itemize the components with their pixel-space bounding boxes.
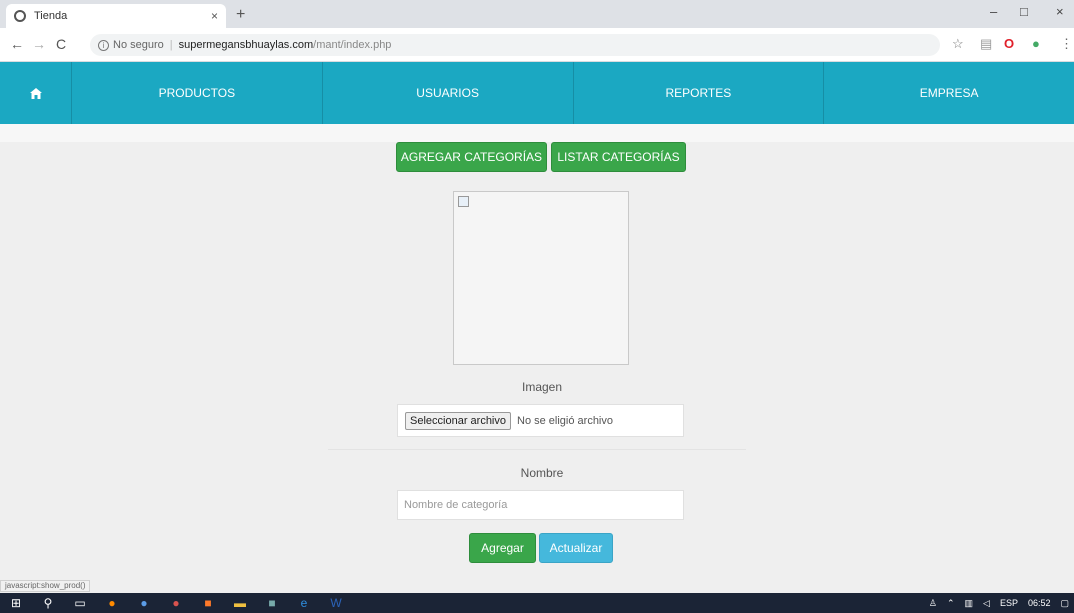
image-preview: [453, 191, 629, 365]
security-label: No seguro: [113, 39, 164, 51]
network-icon[interactable]: ▥: [965, 598, 974, 609]
add-categories-button[interactable]: AGREGAR CATEGORÍAS: [396, 142, 547, 172]
menu-icon[interactable]: ⋮: [1060, 36, 1073, 52]
nav-item-empresa[interactable]: EMPRESA: [824, 62, 1074, 124]
update-button[interactable]: Actualizar: [539, 533, 613, 563]
new-tab-button[interactable]: +: [236, 6, 245, 24]
speaker-icon[interactable]: ◁: [983, 598, 990, 609]
app-icon[interactable]: ■: [192, 593, 224, 613]
address-bar: ← → C i No seguro | supermegansbhuaylas.…: [0, 28, 1074, 62]
nav-item-productos[interactable]: PRODUCTOS: [72, 62, 323, 124]
browser-tab-strip: Tienda × + – □ ×: [0, 0, 1074, 28]
word-icon[interactable]: W: [320, 593, 352, 613]
app-icon[interactable]: ●: [128, 593, 160, 613]
browser-status-bar: javascript:show_prod(): [0, 580, 91, 592]
add-button[interactable]: Agregar: [469, 533, 536, 563]
app-icon[interactable]: ■: [256, 593, 288, 613]
info-icon[interactable]: i: [98, 39, 109, 51]
forward-button[interactable]: →: [32, 36, 46, 52]
file-input[interactable]: Seleccionar archivo No se eligió archivo: [397, 404, 684, 437]
browser-tab[interactable]: Tienda ×: [6, 4, 226, 28]
chevron-up-icon[interactable]: ⌃: [947, 598, 955, 609]
choose-file-button[interactable]: Seleccionar archivo: [405, 411, 511, 430]
app-icon[interactable]: ●: [160, 593, 192, 613]
notifications-icon[interactable]: ▢: [1060, 598, 1069, 609]
home-icon: [29, 87, 42, 99]
close-window-button[interactable]: ×: [1056, 4, 1064, 19]
file-explorer-icon[interactable]: ▬: [224, 593, 256, 613]
category-name-input[interactable]: [397, 490, 684, 520]
search-icon[interactable]: ⚲: [32, 593, 64, 613]
system-tray: ♙ ⌃ ▥ ◁ ESP 06:52 ▢: [924, 593, 1074, 613]
task-view-icon[interactable]: ▭: [64, 593, 96, 613]
reload-button[interactable]: C: [56, 36, 66, 52]
globe-icon: [14, 10, 26, 22]
profile-avatar[interactable]: ●: [1032, 36, 1040, 51]
name-label: Nombre: [520, 466, 564, 480]
list-categories-button[interactable]: LISTAR CATEGORÍAS: [551, 142, 686, 172]
taskbar: ⊞ ⚲ ▭ ● ● ● ■ ▬ ■ e W ♙ ⌃ ▥ ◁ ESP 06:52 …: [0, 593, 1074, 613]
site-nav: PRODUCTOS USUARIOS REPORTES EMPRESA: [0, 62, 1074, 124]
back-button[interactable]: ←: [10, 36, 24, 52]
windows-start-icon[interactable]: ⊞: [0, 593, 32, 613]
people-icon[interactable]: ♙: [929, 598, 937, 609]
star-icon[interactable]: ☆: [952, 36, 964, 52]
file-status: No se eligió archivo: [517, 414, 613, 427]
divider: [328, 449, 746, 450]
minimize-button[interactable]: –: [990, 4, 997, 19]
url-field[interactable]: i No seguro | supermegansbhuaylas.com /m…: [90, 34, 940, 56]
edge-icon[interactable]: e: [288, 593, 320, 613]
url-separator: |: [169, 39, 173, 51]
firefox-icon[interactable]: ●: [96, 593, 128, 613]
maximize-button[interactable]: □: [1020, 4, 1028, 19]
clock[interactable]: 06:52: [1028, 598, 1051, 608]
home-button[interactable]: [0, 62, 72, 124]
nav-item-usuarios[interactable]: USUARIOS: [323, 62, 574, 124]
tab-close-button[interactable]: ×: [211, 9, 218, 23]
language-indicator[interactable]: ESP: [1000, 598, 1018, 608]
tab-title: Tienda: [34, 10, 68, 22]
extension-icon[interactable]: ▤: [980, 36, 992, 52]
image-label: Imagen: [521, 380, 563, 394]
url-host: supermegansbhuaylas.com: [178, 39, 314, 51]
nav-item-reportes[interactable]: REPORTES: [574, 62, 825, 124]
sub-bar: [0, 124, 1074, 142]
url-path: /mant/index.php: [313, 39, 392, 51]
broken-image-icon: [458, 196, 469, 207]
opera-icon[interactable]: O: [1004, 36, 1014, 51]
